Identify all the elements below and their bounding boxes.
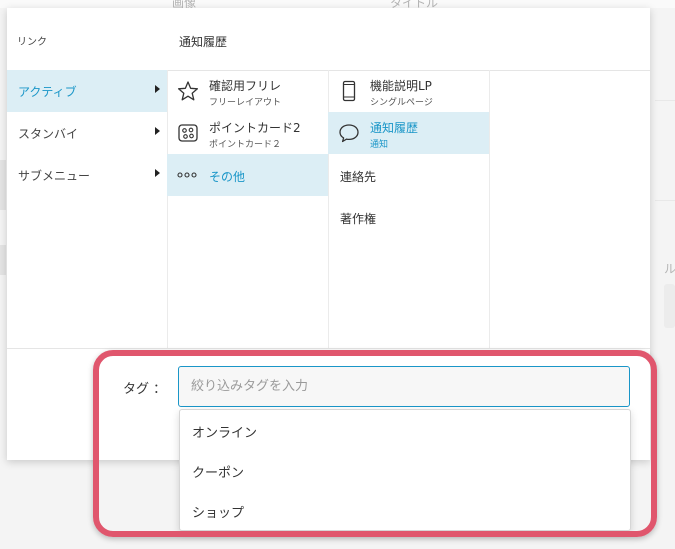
menu-item-standby[interactable]: スタンバイ (7, 112, 167, 154)
menu-item-label: サブメニュー (18, 168, 91, 183)
background-label: ル (664, 262, 675, 276)
subpage-item-title: 機能説明LP (370, 79, 432, 93)
menu-group-column: アクティブ スタンバイ サブメニュー (7, 70, 168, 348)
speech-bubble-icon (338, 122, 360, 144)
menu-item-active[interactable]: アクティブ (7, 70, 167, 112)
subpage-column: 機能説明LP シングルページ 通知履歴 通知 連絡先 著作権 (328, 70, 490, 348)
background-row (0, 160, 6, 210)
subpage-item-subtitle: シングルページ (370, 98, 433, 108)
page-item-subtitle: フリーレイアウト (209, 98, 282, 108)
panel-divider (7, 348, 650, 349)
selected-page-title: 通知履歴 (179, 35, 228, 49)
subpage-item-copyright[interactable]: 著作権 (328, 196, 489, 238)
menu-item-submenu[interactable]: サブメニュー (7, 154, 167, 196)
subpage-item-feature-lp[interactable]: 機能説明LP シングルページ (328, 70, 489, 112)
highlight-frame (93, 350, 657, 537)
page-item-title: ポイントカード2 (209, 121, 301, 135)
star-icon (177, 80, 199, 102)
background-divider (655, 100, 675, 101)
subpage-item-contact[interactable]: 連絡先 (328, 154, 489, 196)
link-picker-header: リンク 通知履歴 (7, 8, 650, 71)
point-card-icon (177, 122, 199, 144)
background-row (0, 245, 6, 275)
more-icon (177, 164, 199, 186)
subpage-item-subtitle: 通知 (370, 140, 389, 150)
page-item-title: その他 (209, 170, 246, 184)
chevron-right-icon (155, 127, 160, 135)
link-label: リンク (17, 37, 47, 48)
background-table-header (0, 0, 675, 8)
menu-item-label: アクティブ (18, 84, 77, 99)
menu-item-label: スタンバイ (18, 126, 79, 141)
subpage-item-notification-history[interactable]: 通知履歴 通知 (328, 112, 489, 154)
subpage-item-title: 連絡先 (340, 170, 377, 184)
page-item-point-card[interactable]: ポイントカード2 ポイントカード２ (167, 112, 328, 154)
chevron-right-icon (155, 169, 160, 177)
subpage-item-title: 著作権 (340, 212, 377, 226)
subpage-item-title: 通知履歴 (370, 121, 419, 135)
page-item-confirm-free[interactable]: 確認用フリレ フリーレイアウト (167, 70, 328, 112)
chevron-right-icon (155, 85, 160, 93)
page-item-title: 確認用フリレ (209, 79, 282, 93)
page-item-other[interactable]: その他 (167, 154, 328, 196)
background-field (664, 284, 675, 328)
background-divider (655, 200, 675, 201)
page-item-subtitle: ポイントカード２ (209, 140, 282, 150)
page-column: 確認用フリレ フリーレイアウト ポイントカード2 ポイントカード２ その他 (167, 70, 329, 348)
smartphone-icon (338, 80, 360, 102)
